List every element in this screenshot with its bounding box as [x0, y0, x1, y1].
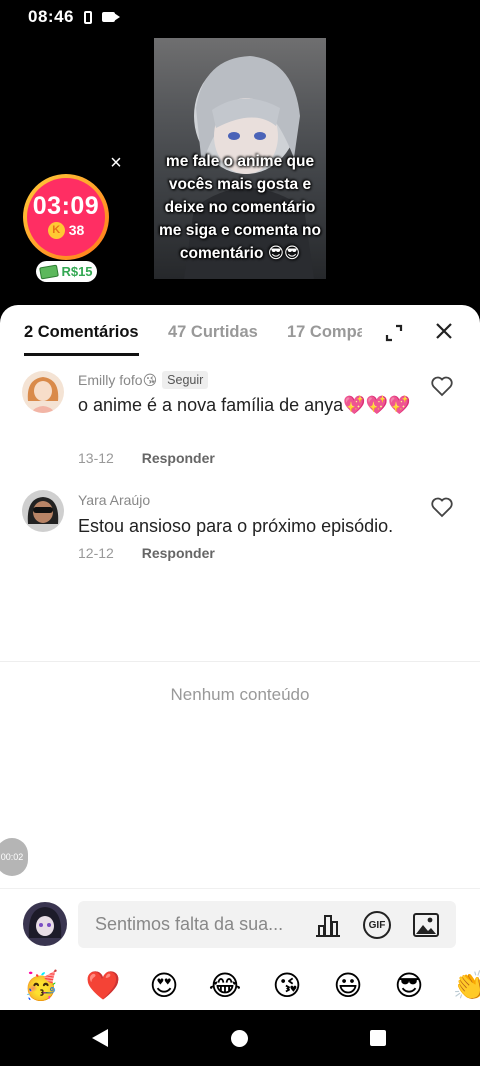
avatar[interactable]: [22, 490, 64, 532]
comment-author[interactable]: Yara Araújo: [78, 492, 150, 508]
reply-button[interactable]: Responder: [142, 545, 215, 561]
emoji-button[interactable]: 😎: [391, 970, 427, 1002]
comment-date: 12-12: [78, 545, 114, 561]
emoji-button[interactable]: 🥳: [23, 970, 59, 1002]
camera-icon: [101, 12, 120, 22]
gif-button[interactable]: GIF: [363, 911, 391, 939]
user-avatar[interactable]: [23, 902, 67, 946]
cash-reward-badge[interactable]: R$15: [36, 261, 97, 282]
coin-count: 38: [68, 222, 85, 238]
caption-line: deixe no comentário: [164, 199, 316, 216]
empty-state-message: Nenhum conteúdo: [170, 685, 310, 704]
comment-input-bar: Sentimos falta da sua... GIF: [0, 888, 480, 958]
comment-text: Estou ansioso para o próximo episódio.: [78, 516, 394, 536]
comment-input[interactable]: Sentimos falta da sua... GIF: [78, 901, 456, 948]
comment-text: o anime é a nova família de anya💖💖💖: [78, 395, 411, 415]
tab-shares[interactable]: 17 Compartilhamentos: [287, 323, 362, 342]
expand-icon[interactable]: [382, 321, 406, 345]
home-icon[interactable]: [231, 1030, 248, 1047]
avatar-image: [27, 497, 59, 524]
emoji-button[interactable]: 😘: [269, 970, 305, 1002]
follow-button[interactable]: Seguir: [162, 371, 209, 389]
cash-reward-amount: R$15: [61, 264, 93, 279]
floating-timer-badge[interactable]: 00:02: [0, 838, 28, 876]
sheet-tabs: 2 Comentários 47 Curtidas 17 Compartilha…: [0, 305, 480, 361]
comment-author[interactable]: Emilly fofo😘: [78, 372, 157, 389]
emoji-button[interactable]: ❤️: [85, 970, 121, 1002]
tab-comments[interactable]: 2 Comentários: [24, 323, 139, 342]
avatar-image: [27, 377, 59, 413]
recent-apps-icon[interactable]: [370, 1030, 386, 1046]
phone-icon: [83, 10, 92, 24]
status-bar: 08:46: [0, 0, 480, 34]
emoji-button[interactable]: 😂: [207, 970, 243, 1002]
bar-chart-icon[interactable]: [314, 912, 342, 938]
reply-button[interactable]: Responder: [142, 450, 215, 466]
heart-icon[interactable]: [430, 375, 454, 397]
close-icon[interactable]: [432, 319, 456, 343]
status-time: 08:46: [28, 7, 74, 26]
video-player[interactable]: me fale o anime que vocês mais gosta e d…: [154, 38, 326, 279]
caption-line: me fale o anime que: [165, 153, 315, 170]
user-avatar-image: [23, 902, 67, 946]
caption-line: comentário 😎😎: [179, 245, 301, 262]
system-nav-bar: [0, 1010, 480, 1066]
video-caption: me fale o anime que vocês mais gosta e d…: [154, 150, 326, 265]
comment-date: 13-12: [78, 450, 114, 466]
caption-line: me siga e comenta no: [159, 222, 321, 239]
image-icon[interactable]: [412, 912, 440, 938]
cash-icon: [39, 264, 60, 279]
comment-input-placeholder: Sentimos falta da sua...: [95, 914, 284, 934]
active-tab-indicator: [24, 353, 139, 356]
divider: [0, 661, 480, 662]
avatar[interactable]: [22, 371, 64, 413]
emoji-button[interactable]: 😃: [330, 970, 366, 1002]
back-icon[interactable]: [92, 1029, 108, 1047]
emoji-button[interactable]: 😍: [146, 970, 182, 1002]
timer-countdown: 03:09: [32, 191, 100, 220]
widget-close-icon[interactable]: ×: [106, 152, 126, 175]
reward-timer[interactable]: 03:09 K 38: [23, 174, 109, 260]
caption-line: vocês mais gosta e: [168, 176, 312, 193]
heart-icon[interactable]: [430, 496, 454, 518]
coin-icon: K: [47, 221, 65, 239]
tab-likes[interactable]: 47 Curtidas: [168, 323, 258, 342]
quick-emoji-row: 🥳 ❤️ 😍 😂 😘 😃 😎 👏: [0, 958, 480, 1010]
emoji-button[interactable]: 👏: [452, 970, 480, 1002]
